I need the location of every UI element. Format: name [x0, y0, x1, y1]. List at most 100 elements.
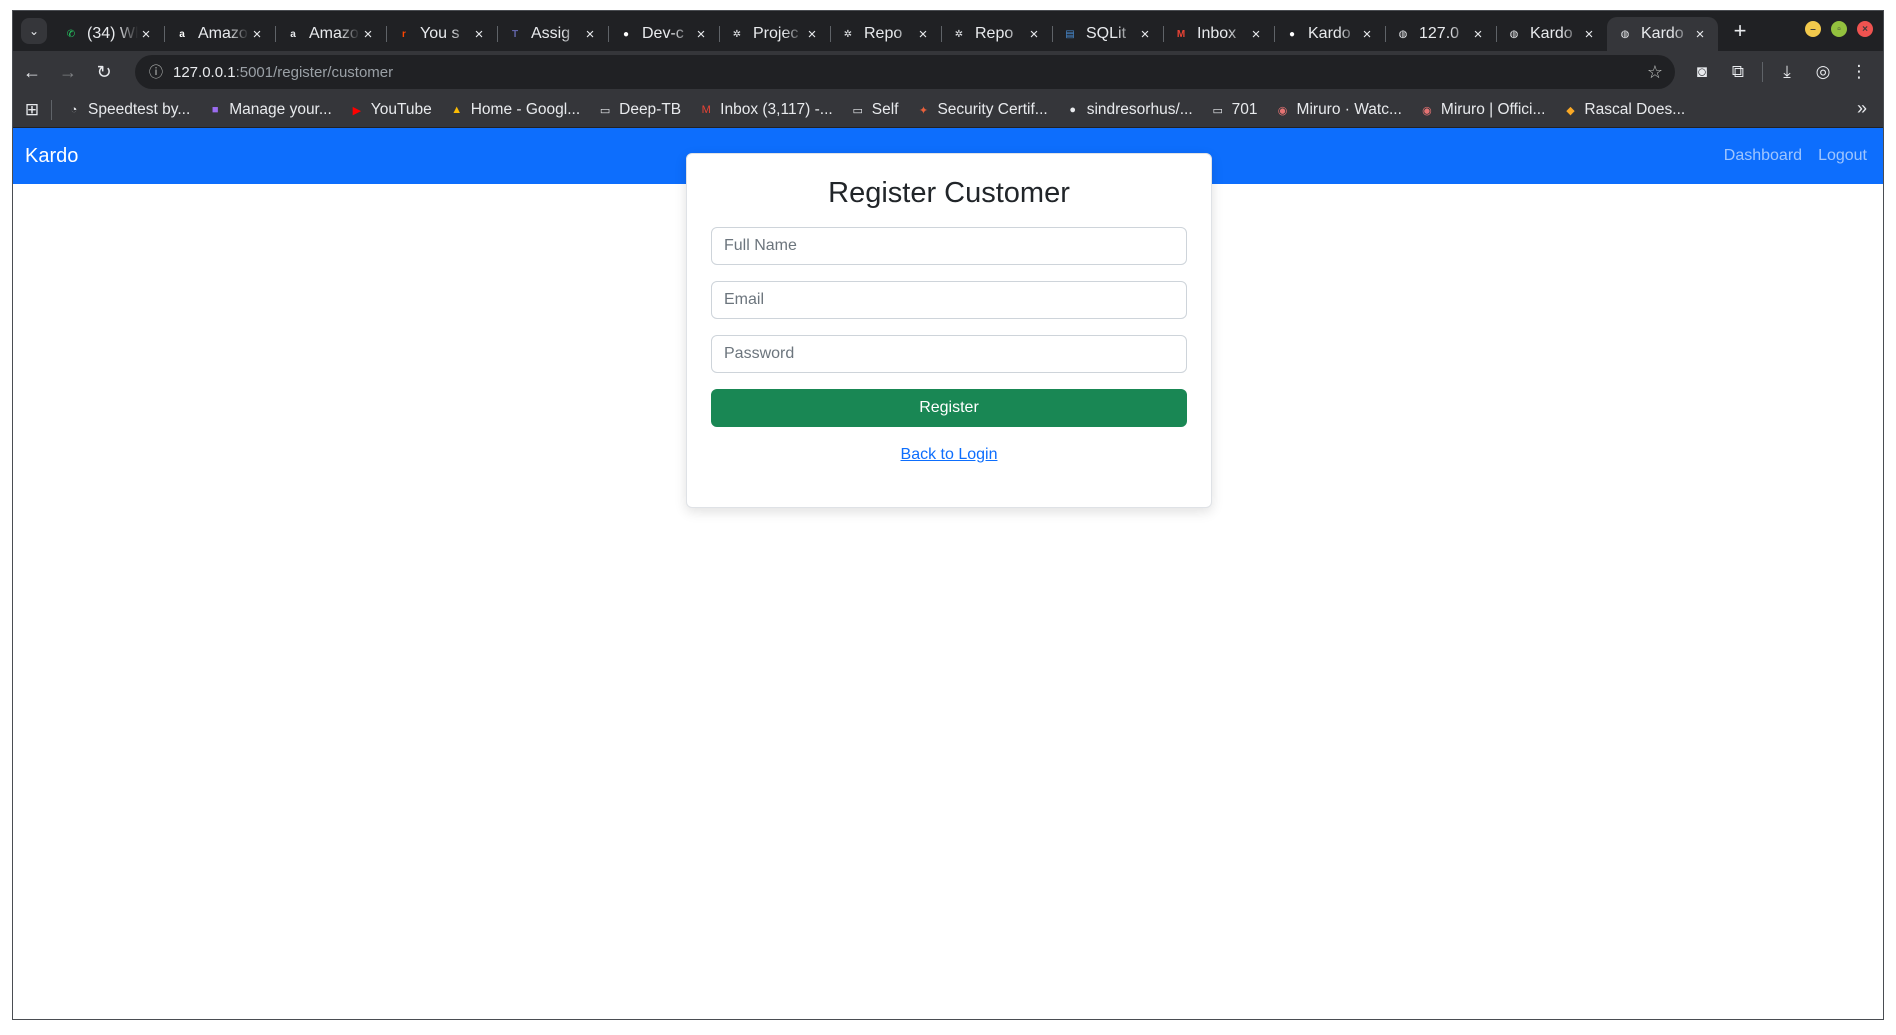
tab-title: Inbox: [1197, 25, 1237, 42]
bookmark-item[interactable]: ▭ Self: [842, 96, 908, 124]
tab-search-button[interactable]: ⌄: [21, 18, 47, 44]
browser-tab[interactable]: ✲ Repo ×: [830, 18, 941, 50]
browser-tab[interactable]: ▤ SQLit ×: [1052, 18, 1163, 50]
bookmark-item[interactable]: ◉ Miruro | Offici...: [1411, 96, 1555, 124]
bookmark-label: 701: [1231, 101, 1258, 118]
tab-title: Kardo: [1641, 25, 1684, 42]
bookmark-label: sindresorhus/...: [1086, 101, 1193, 118]
page-content: Kardo Dashboard Logout Register Customer…: [13, 128, 1883, 1019]
bookmark-item[interactable]: ▶ YouTube: [341, 96, 441, 124]
apps-grid-icon[interactable]: ⊞: [13, 100, 51, 120]
close-tab-icon[interactable]: ×: [471, 26, 487, 43]
bookmark-item[interactable]: ▭ Deep-TB: [589, 96, 690, 124]
url-text[interactable]: 127.0.0.1:5001/register/customer: [173, 64, 393, 81]
more-bookmarks-icon[interactable]: »: [1857, 98, 1867, 119]
navbar-brand[interactable]: Kardo: [25, 145, 78, 168]
close-tab-icon[interactable]: ×: [1248, 26, 1264, 43]
incognito-icon[interactable]: ◙: [1684, 55, 1720, 89]
bookmark-item[interactable]: ◔ Speedtest by...: [58, 96, 199, 124]
browser-tab[interactable]: M Inbox ×: [1163, 18, 1274, 50]
full-name-input[interactable]: [711, 226, 1187, 265]
browser-tab[interactable]: ✲ Repo ×: [941, 18, 1052, 50]
bookmark-item[interactable]: ▭ 701: [1202, 96, 1267, 124]
address-bar[interactable]: ⓘ 127.0.0.1:5001/register/customer ☆: [135, 55, 1675, 89]
bookmark-item[interactable]: ✦ Security Certif...: [907, 96, 1056, 124]
forward-button[interactable]: →: [51, 55, 85, 89]
browser-tab[interactable]: ◍ Kardo ×: [1607, 17, 1718, 51]
close-tab-icon[interactable]: ×: [1581, 26, 1597, 43]
site-info-icon[interactable]: ⓘ: [139, 62, 173, 82]
tab-title: Dev-c: [642, 25, 684, 42]
close-tab-icon[interactable]: ×: [360, 26, 376, 43]
nav-link-dashboard[interactable]: Dashboard: [1724, 147, 1802, 165]
bookmark-item[interactable]: ◆ Rascal Does...: [1554, 96, 1694, 124]
gmail-icon: M: [1176, 28, 1186, 40]
browser-tab[interactable]: ✆ (34) WhatsApp×: [53, 18, 164, 50]
close-tab-icon[interactable]: ×: [582, 26, 598, 43]
back-to-login-link[interactable]: Back to Login: [711, 446, 1187, 464]
nav-link-logout[interactable]: Logout: [1818, 147, 1867, 165]
tab-title: Assig: [531, 25, 571, 42]
tab-title: Amazon: [198, 25, 249, 42]
browser-toolbar: ← → ↻ ⓘ 127.0.0.1:5001/register/customer…: [13, 51, 1883, 93]
close-tab-icon[interactable]: ×: [1026, 26, 1042, 43]
tab-title: Kardo: [1530, 25, 1573, 42]
close-tab-icon[interactable]: ×: [915, 26, 931, 43]
close-tab-icon[interactable]: ×: [249, 26, 265, 43]
close-tab-icon[interactable]: ×: [1137, 26, 1153, 43]
tab-strip: ⌄ ✆(34) WhatsApp×aAmazon×aAmazon×rYou s×…: [13, 11, 1883, 51]
folder-icon: ▭: [852, 104, 863, 117]
reload-icon: ↻: [96, 61, 112, 82]
profile-icon[interactable]: ◎: [1805, 55, 1841, 89]
bookmark-item[interactable]: ● sindresorhus/...: [1057, 96, 1202, 124]
chatgpt-icon: ✲: [732, 28, 742, 40]
bookmark-label: Miruro · Watc...: [1296, 101, 1402, 118]
arrow-right-icon: →: [59, 61, 77, 82]
extensions-icon[interactable]: ⧉: [1720, 55, 1756, 89]
browser-tab[interactable]: a Amazon×: [275, 18, 386, 50]
close-window-button[interactable]: ×: [1857, 21, 1873, 37]
close-tab-icon[interactable]: ×: [804, 26, 820, 43]
close-tab-icon[interactable]: ×: [1359, 26, 1375, 43]
bookmark-item[interactable]: ■ Manage your...: [199, 96, 341, 124]
download-icon[interactable]: ⤓: [1769, 55, 1805, 89]
bookmark-item[interactable]: ▲ Home - Googl...: [441, 96, 589, 124]
browser-tab[interactable]: ✲ Projec ×: [719, 18, 830, 50]
arrow-left-icon: ←: [23, 61, 41, 82]
close-tab-icon[interactable]: ×: [1692, 26, 1708, 43]
bookmark-item[interactable]: M Inbox (3,117) -...: [690, 96, 842, 124]
close-tab-icon[interactable]: ×: [1470, 26, 1486, 43]
bookmark-label: YouTube: [370, 101, 432, 118]
browser-tab[interactable]: ◍ 127.0 ×: [1385, 18, 1496, 50]
browser-window: ⌄ ✆(34) WhatsApp×aAmazon×aAmazon×rYou s×…: [12, 10, 1884, 1020]
reload-button[interactable]: ↻: [87, 55, 121, 89]
browser-tab[interactable]: r You s ×: [386, 18, 497, 50]
menu-icon[interactable]: ⋮: [1841, 55, 1877, 89]
miruro-icon: ◉: [1422, 104, 1432, 117]
teams-icon: T: [511, 28, 519, 40]
close-tab-icon[interactable]: ×: [693, 26, 709, 43]
back-button[interactable]: ←: [15, 55, 49, 89]
bookmark-label: Manage your...: [229, 101, 332, 118]
maximize-button[interactable]: ▫: [1831, 21, 1847, 37]
browser-tab[interactable]: T Assig ×: [497, 18, 608, 50]
bookmark-item[interactable]: ◉ Miruro · Watc...: [1267, 96, 1411, 124]
new-tab-button[interactable]: +: [1726, 17, 1754, 45]
minimize-button[interactable]: –: [1805, 21, 1821, 37]
tab-title: Projec: [753, 25, 799, 42]
password-input[interactable]: [711, 334, 1187, 373]
browser-tab[interactable]: ● Dev-c ×: [608, 18, 719, 50]
sqlite-icon: ▤: [1065, 28, 1075, 40]
miruro-icon: ◉: [1277, 104, 1288, 117]
bookmark-label: Self: [871, 101, 899, 118]
browser-tab[interactable]: a Amazon×: [164, 18, 275, 50]
bookmark-star-icon[interactable]: ☆: [1647, 62, 1663, 83]
close-tab-icon[interactable]: ×: [138, 26, 154, 43]
browser-tab[interactable]: ● Kardo ×: [1274, 18, 1385, 50]
tab-title: Kardo: [1308, 25, 1351, 42]
email-input[interactable]: [711, 280, 1187, 319]
tab-title: SQLit: [1086, 25, 1127, 42]
browser-tab[interactable]: ◍ Kardo ×: [1496, 18, 1607, 50]
register-button[interactable]: Register: [711, 388, 1187, 427]
bookmark-list: ◔ Speedtest by... ■ Manage your... ▶ YouTube ▲…: [58, 96, 1694, 124]
